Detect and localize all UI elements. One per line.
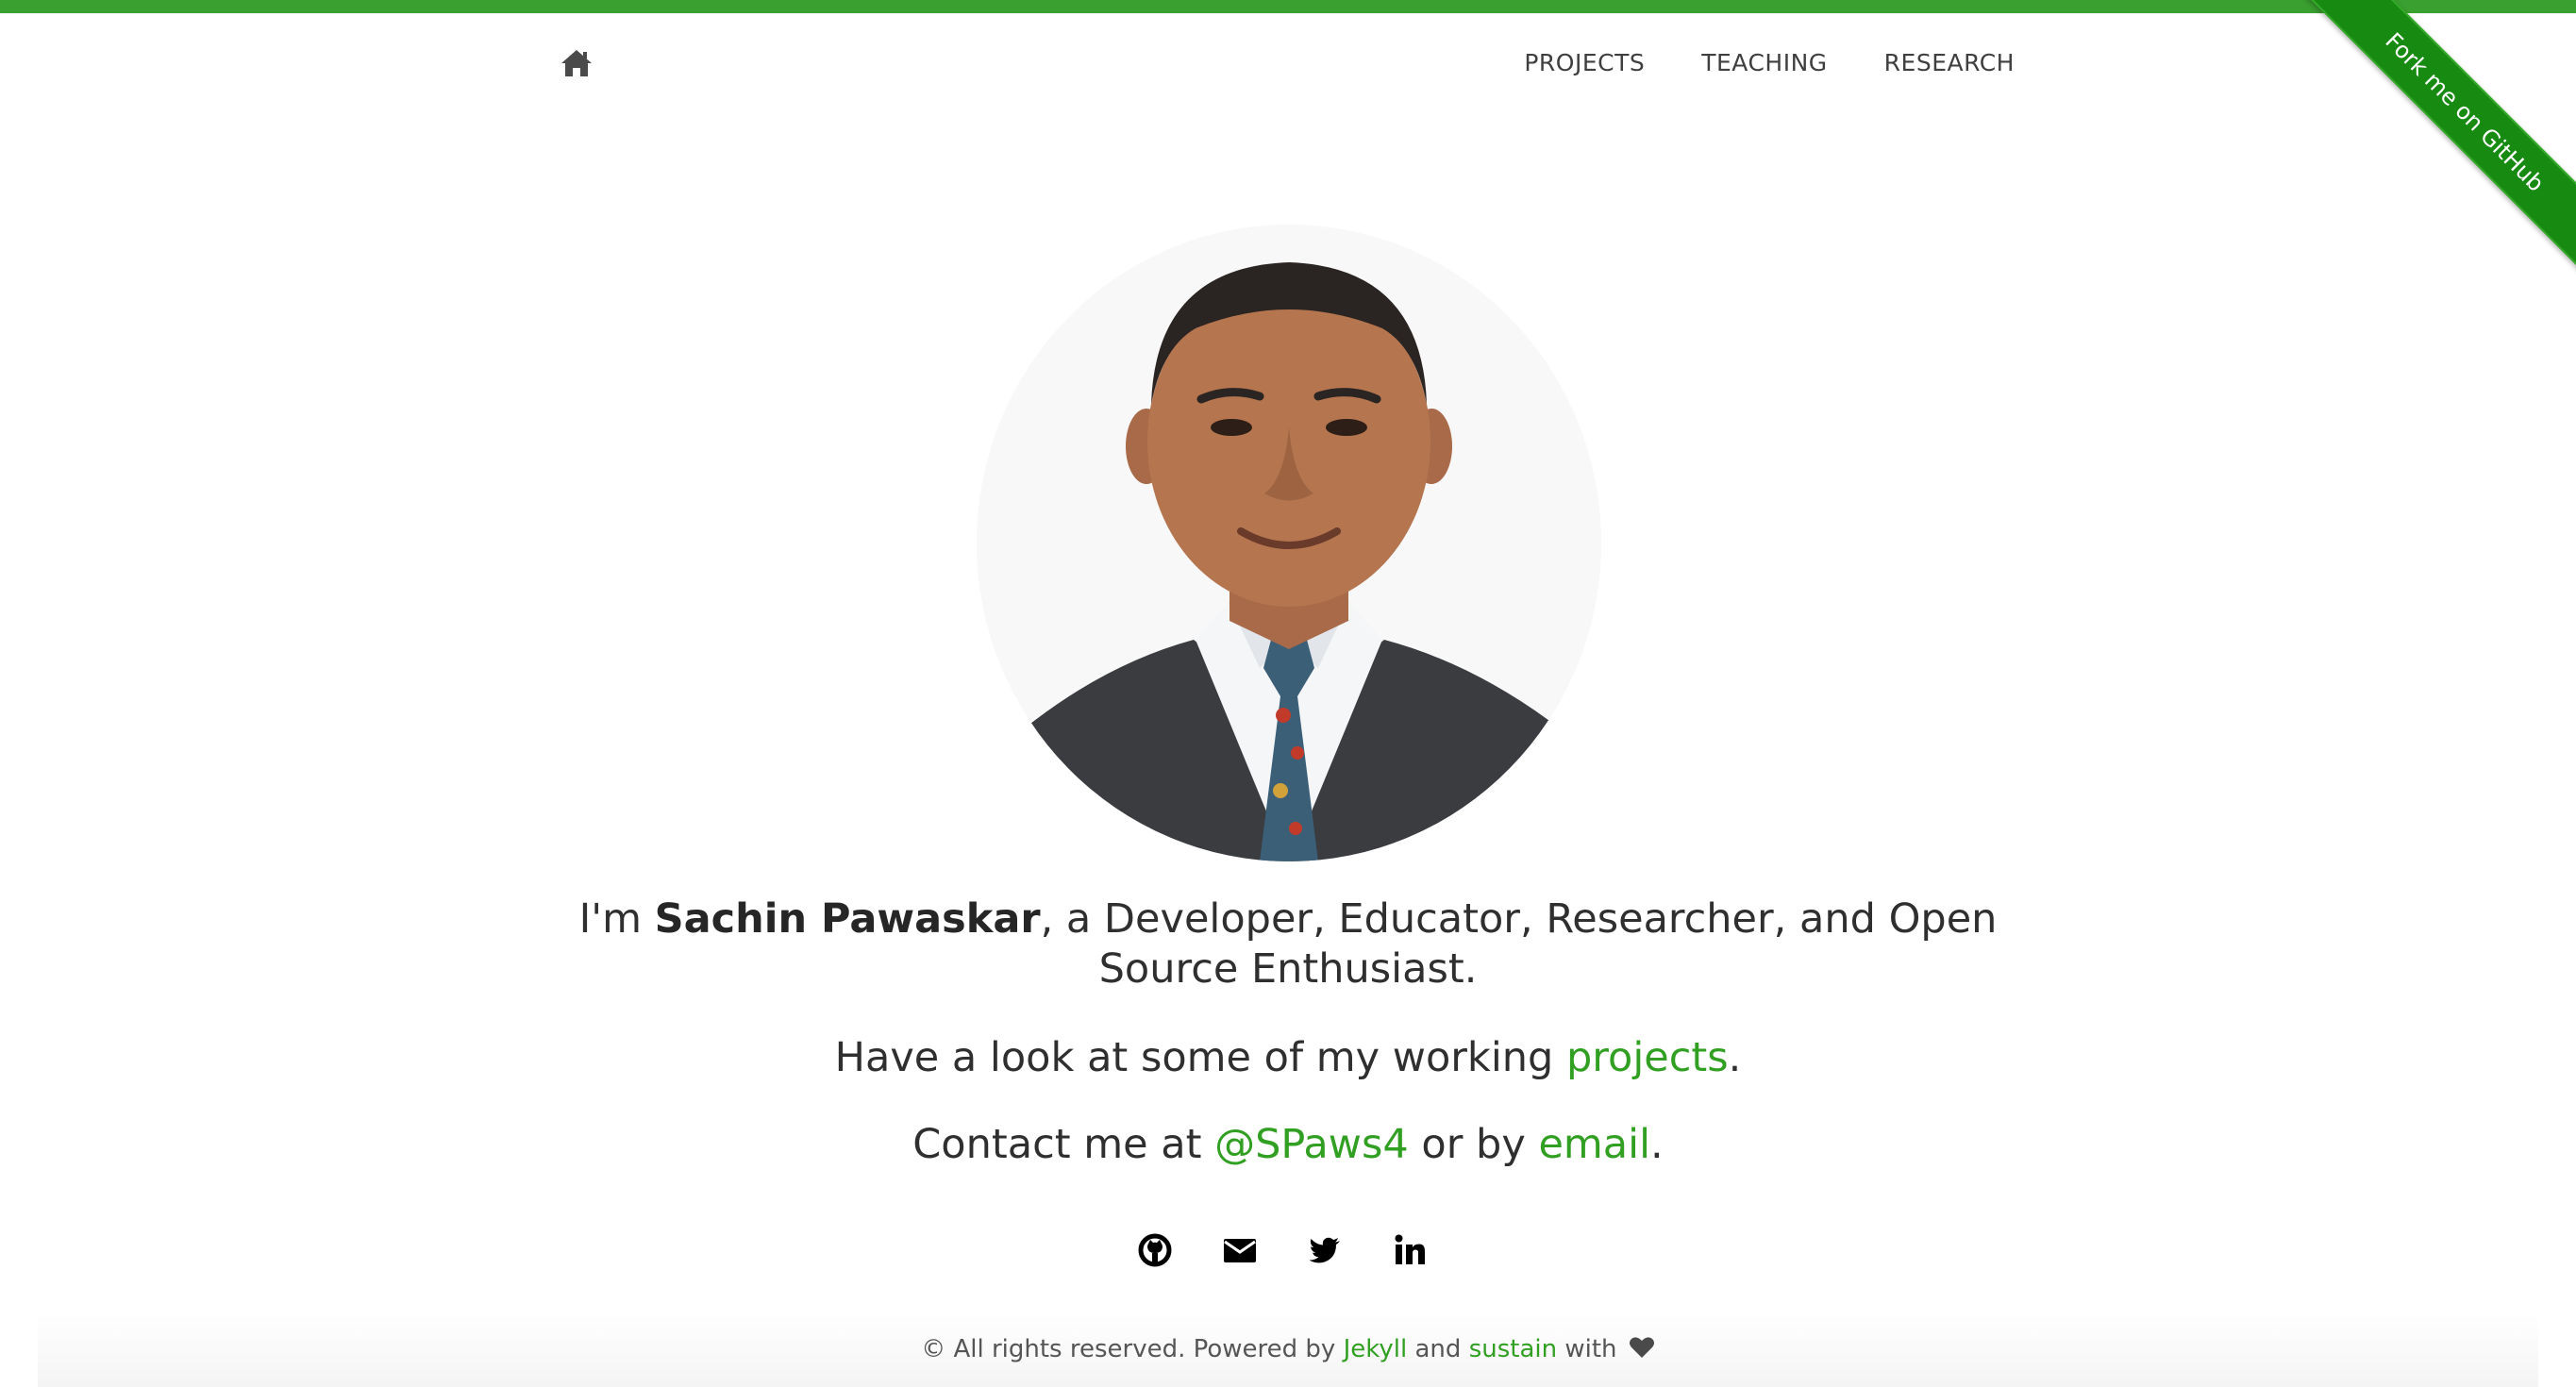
twitter-icon	[1309, 1237, 1340, 1263]
footer-and: and	[1407, 1335, 1469, 1363]
profile-photo	[977, 225, 1601, 861]
social-links	[1137, 1232, 1428, 1268]
page: PROJECTS TEACHING RESEARCH Fork me on Gi…	[0, 0, 2576, 1387]
email-icon-link[interactable]	[1222, 1232, 1258, 1268]
email-link[interactable]: email	[1538, 1121, 1650, 1168]
main-nav: PROJECTS TEACHING RESEARCH	[1524, 47, 2015, 79]
github-link[interactable]	[1137, 1232, 1173, 1268]
top-accent-bar	[0, 0, 2576, 13]
linkedin-link[interactable]	[1392, 1232, 1428, 1268]
twitter-handle-link[interactable]: @SPaws4	[1214, 1121, 1409, 1168]
contact-line: Contact me at @SPaws4 or by email.	[533, 1120, 2043, 1170]
footer-with: with	[1557, 1335, 1625, 1363]
nav-research[interactable]: RESEARCH	[1884, 47, 2015, 79]
nav-teaching[interactable]: TEACHING	[1701, 47, 1827, 79]
intro-prefix: I'm	[578, 895, 655, 943]
nav-projects[interactable]: PROJECTS	[1524, 47, 1645, 79]
linkedin-icon	[1395, 1234, 1425, 1264]
footer-prefix: © All rights reserved. Powered by	[921, 1335, 1344, 1363]
intro-suffix: , a Developer, Educator, Researcher, and…	[1040, 895, 1998, 993]
contact-line-prefix: Contact me at	[912, 1121, 1215, 1168]
author-name: Sachin Pawaskar	[654, 895, 1041, 943]
projects-line-prefix: Have a look at some of my working	[834, 1034, 1566, 1081]
contact-line-suffix: .	[1650, 1121, 1664, 1168]
sustain-link[interactable]: sustain	[1469, 1335, 1557, 1363]
home-link[interactable]	[560, 47, 594, 79]
twitter-link[interactable]	[1307, 1232, 1343, 1268]
github-icon	[1138, 1233, 1172, 1267]
github-ribbon-container: Fork me on GitHub	[2265, 0, 2576, 311]
jekyll-link[interactable]: Jekyll	[1344, 1335, 1408, 1363]
contact-line-middle: or by	[1408, 1121, 1539, 1168]
intro-text: I'm Sachin Pawaskar, a Developer, Educat…	[533, 894, 2043, 994]
fork-me-on-github-ribbon[interactable]: Fork me on GitHub	[2290, 0, 2576, 287]
projects-line: Have a look at some of my working projec…	[533, 1033, 2043, 1083]
projects-link[interactable]: projects	[1566, 1034, 1729, 1081]
projects-line-suffix: .	[1728, 1034, 1742, 1081]
envelope-icon	[1224, 1239, 1256, 1262]
footer: © All rights reserved. Powered by Jekyll…	[0, 1332, 2576, 1366]
home-icon	[561, 50, 592, 76]
profile-photo-illustration	[977, 225, 1601, 861]
heart-icon	[1629, 1335, 1655, 1360]
